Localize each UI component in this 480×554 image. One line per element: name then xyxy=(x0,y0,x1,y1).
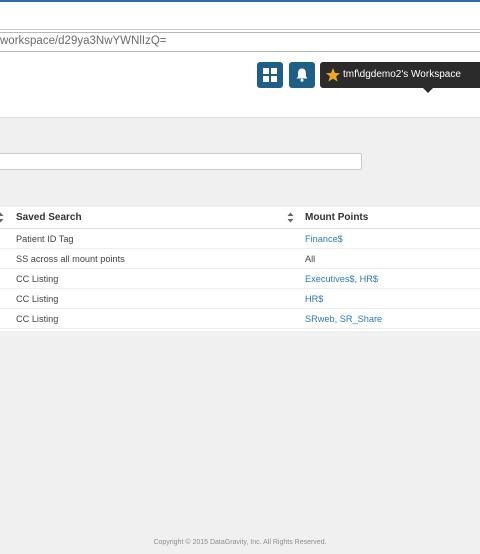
app-header: tmf\dgdemo2's Workspace xyxy=(0,56,480,118)
table-header: Saved Search Mount Points xyxy=(0,207,480,229)
workspace-label: tmf\dgdemo2's Workspace xyxy=(343,69,461,80)
workspace-tooltip-caret xyxy=(423,88,433,93)
mount-points-link[interactable]: SRweb, SR_Share xyxy=(305,314,382,324)
table-row[interactable]: SS across all mount points All xyxy=(0,249,480,269)
saved-search-cell: CC Listing xyxy=(16,314,59,324)
column-header-saved-search[interactable]: Saved Search xyxy=(16,212,82,223)
table-row[interactable]: CC Listing SRweb, SR_Share xyxy=(0,309,480,329)
mount-points-link[interactable]: HR$ xyxy=(305,294,323,304)
browser-accent-line xyxy=(0,0,480,2)
table-row[interactable]: CC Listing Executives$, HR$ xyxy=(0,269,480,289)
url-text[interactable]: workspace/d29ya3NwYWNlIzQ= xyxy=(0,35,167,47)
notifications-button[interactable] xyxy=(289,62,315,88)
address-bar[interactable]: workspace/d29ya3NwYWNlIzQ= xyxy=(0,32,480,52)
browser-divider xyxy=(0,29,480,30)
saved-search-cell: CC Listing xyxy=(16,274,59,284)
saved-search-cell: Patient ID Tag xyxy=(16,234,74,244)
workspace-selector[interactable]: tmf\dgdemo2's Workspace xyxy=(320,62,480,93)
table-row[interactable]: Patient ID Tag Finance$ xyxy=(0,229,480,249)
column-header-mount-points[interactable]: Mount Points xyxy=(305,212,368,223)
sort-icon[interactable] xyxy=(287,212,294,223)
mount-points-link[interactable]: Finance$ xyxy=(305,234,343,244)
grid-icon xyxy=(263,68,277,82)
table-row[interactable]: CC Listing HR$ xyxy=(0,289,480,309)
mount-points-link[interactable]: Executives$, HR$ xyxy=(305,274,378,284)
bell-icon xyxy=(296,68,308,82)
dashboard-grid-button[interactable] xyxy=(257,62,283,88)
saved-search-cell: SS across all mount points xyxy=(16,254,125,264)
search-input[interactable] xyxy=(0,153,362,170)
sort-icon[interactable] xyxy=(0,212,4,223)
mount-points-cell: All xyxy=(305,254,316,264)
saved-search-cell: CC Listing xyxy=(16,294,59,304)
star-icon xyxy=(325,68,341,82)
saved-searches-table: Saved Search Mount Points Patient ID Tag… xyxy=(0,207,480,331)
footer-copyright: Copyright © 2015 DataGravity, Inc. All R… xyxy=(153,539,327,546)
browser-chrome: workspace/d29ya3NwYWNlIzQ= xyxy=(0,0,480,56)
